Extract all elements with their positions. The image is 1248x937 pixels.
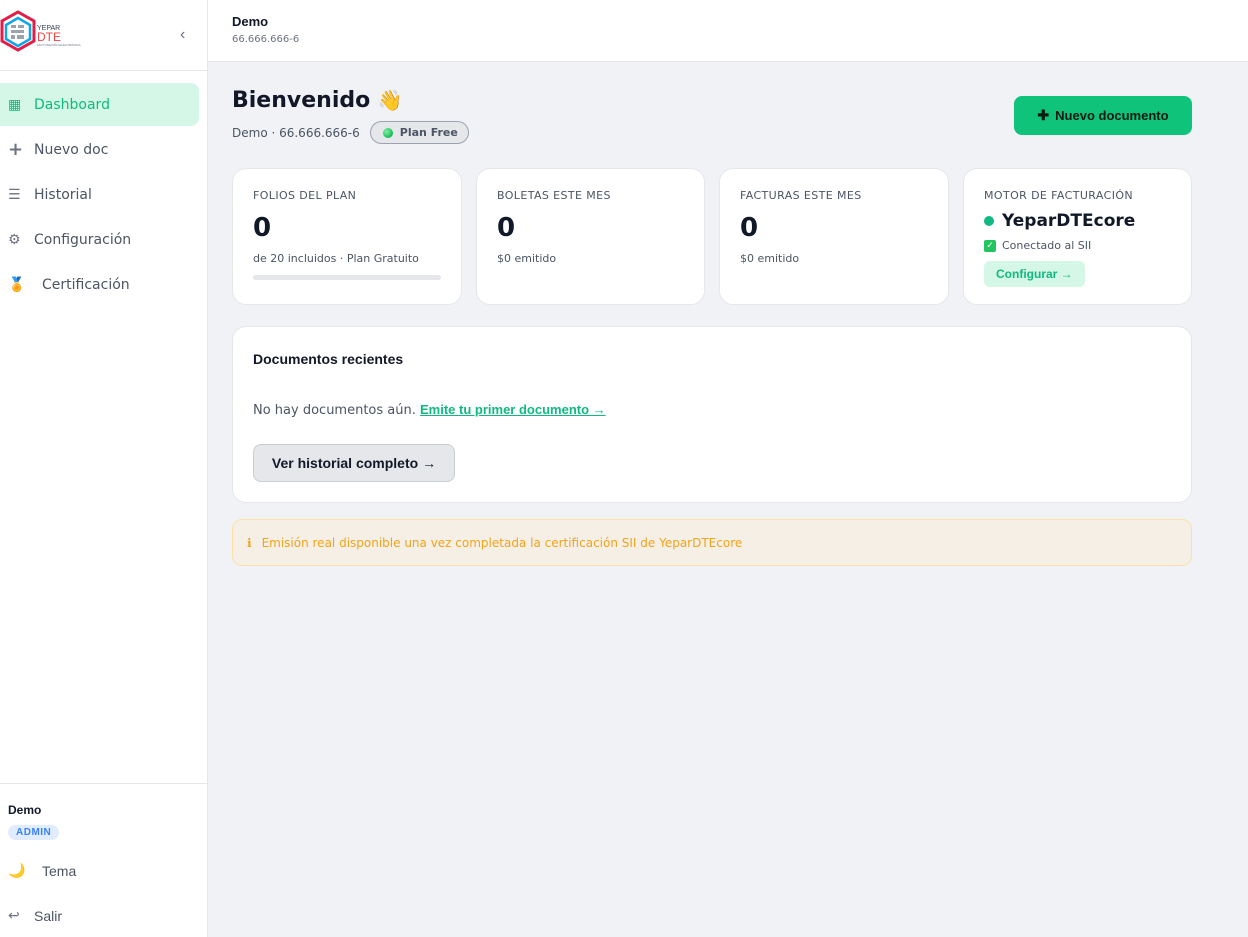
configure-engine-button[interactable]: Configurar → (984, 261, 1085, 287)
list-icon: ☰ (8, 186, 21, 203)
theme-label: Tema (42, 862, 77, 879)
empty-state-text: No hay documentos aún. (253, 403, 416, 418)
logout-label: Salir (34, 907, 63, 924)
sidebar-item-nuevo-doc[interactable]: + Nuevo doc (0, 128, 199, 171)
logout-icon: ↩ (8, 907, 20, 923)
boletas-card: BOLETAS ESTE MES 0 $0 emitido (476, 168, 705, 305)
emit-first-document-link[interactable]: Emite tu primer documento → (420, 402, 606, 417)
facturas-card: FACTURAS ESTE MES 0 $0 emitido (719, 168, 949, 305)
notice-text: Emisión real disponible una vez completa… (261, 535, 743, 550)
sidebar-nav: ▦ Dashboard + Nuevo doc ☰ Historial ⚙ Co… (0, 83, 208, 308)
collapse-sidebar-button[interactable]: ‹ (180, 26, 185, 44)
sidebar-item-certificacion[interactable]: 🏅 Certificación (0, 263, 199, 306)
recent-documents-panel: Documentos recientes No hay documentos a… (232, 326, 1192, 503)
moon-icon: 🌙 (8, 862, 26, 878)
company-line: Demo · 66.666.666-6 Plan Free (232, 121, 469, 144)
sidebar-item-historial[interactable]: ☰ Historial (0, 173, 199, 216)
globe-icon (382, 127, 393, 138)
view-history-button[interactable]: Ver historial completo → (253, 444, 455, 482)
logo-area: YEPAR DTE FACTURACIÓN ELECTRÓNICA ‹ (0, 0, 207, 71)
card-sub: $0 emitido (740, 252, 800, 265)
engine-status-text: Conectado al SII (1002, 239, 1092, 252)
card-sub: de 20 incluidos · Plan Gratuito (253, 252, 419, 265)
card-label: FACTURAS ESTE MES (740, 189, 862, 202)
page-title: Bienvenido 👋 (232, 88, 403, 113)
user-name: Demo (8, 803, 42, 817)
company-rut: 66.666.666-6 (232, 34, 300, 45)
logo-main-text: DTE (37, 30, 61, 44)
card-label: BOLETAS ESTE MES (497, 189, 611, 202)
theme-toggle[interactable]: 🌙 Tema (8, 862, 76, 879)
folios-progress-bar (253, 275, 441, 280)
card-sub: $0 emitido (497, 252, 557, 265)
recent-documents-title: Documentos recientes (253, 351, 404, 367)
info-icon: ℹ (247, 535, 252, 550)
company-line-text: Demo · 66.666.666-6 (232, 125, 360, 140)
wave-icon: 👋 (377, 88, 403, 112)
engine-status: ✓ Conectado al SII (984, 239, 1091, 252)
yepar-dte-logo[interactable]: YEPAR DTE FACTURACIÓN ELECTRÓNICA (0, 10, 95, 58)
sidebar-item-configuracion[interactable]: ⚙ Configuración (0, 218, 199, 261)
card-value: 0 (497, 213, 516, 243)
card-label: MOTOR DE FACTURACIÓN (984, 189, 1134, 202)
plus-icon: + (8, 139, 24, 160)
engine-name-text: YeparDTEcore (1002, 211, 1136, 231)
certification-notice: ℹ Emisión real disponible una vez comple… (232, 519, 1192, 566)
sidebar-item-label: Historial (34, 186, 92, 203)
logout-button[interactable]: ↩ Salir (8, 907, 62, 924)
engine-name: YeparDTEcore (984, 211, 1135, 231)
sidebar-item-label: Certificación (42, 276, 130, 293)
checkbox-icon: ✓ (984, 239, 996, 252)
logo-tagline: FACTURACIÓN ELECTRÓNICA (37, 42, 81, 47)
topbar: Demo 66.666.666-6 (208, 0, 1248, 62)
sidebar-item-label: Configuración (34, 231, 132, 248)
gear-icon: ⚙ (8, 231, 21, 248)
plan-badge: Plan Free (369, 121, 469, 144)
plus-icon: ✚ (1037, 107, 1050, 123)
sidebar-footer: Demo ADMIN 🌙 Tema ↩ Salir (0, 783, 208, 937)
plan-label: Plan Free (399, 126, 458, 139)
role-badge: ADMIN (8, 825, 60, 840)
status-dot-icon (984, 216, 994, 226)
new-document-button[interactable]: ✚ Nuevo documento (1014, 96, 1192, 135)
sidebar-item-label: Dashboard (34, 96, 110, 113)
card-value: 0 (740, 213, 759, 243)
welcome-text: Bienvenido (232, 88, 371, 113)
grid-icon: ▦ (8, 96, 22, 113)
sidebar: YEPAR DTE FACTURACIÓN ELECTRÓNICA ‹ ▦ Da… (0, 0, 208, 937)
engine-card: MOTOR DE FACTURACIÓN YeparDTEcore ✓ Cone… (963, 168, 1192, 305)
folios-card: FOLIOS DEL PLAN 0 de 20 incluidos · Plan… (232, 168, 462, 305)
medal-icon: 🏅 (8, 276, 26, 293)
new-document-label: Nuevo documento (1055, 108, 1169, 123)
sidebar-item-label: Nuevo doc (34, 141, 109, 158)
company-name: Demo (232, 14, 269, 29)
card-label: FOLIOS DEL PLAN (253, 189, 357, 202)
card-value: 0 (253, 213, 272, 243)
sidebar-item-dashboard[interactable]: ▦ Dashboard (0, 83, 199, 126)
empty-state: No hay documentos aún. Emite tu primer d… (253, 402, 606, 418)
